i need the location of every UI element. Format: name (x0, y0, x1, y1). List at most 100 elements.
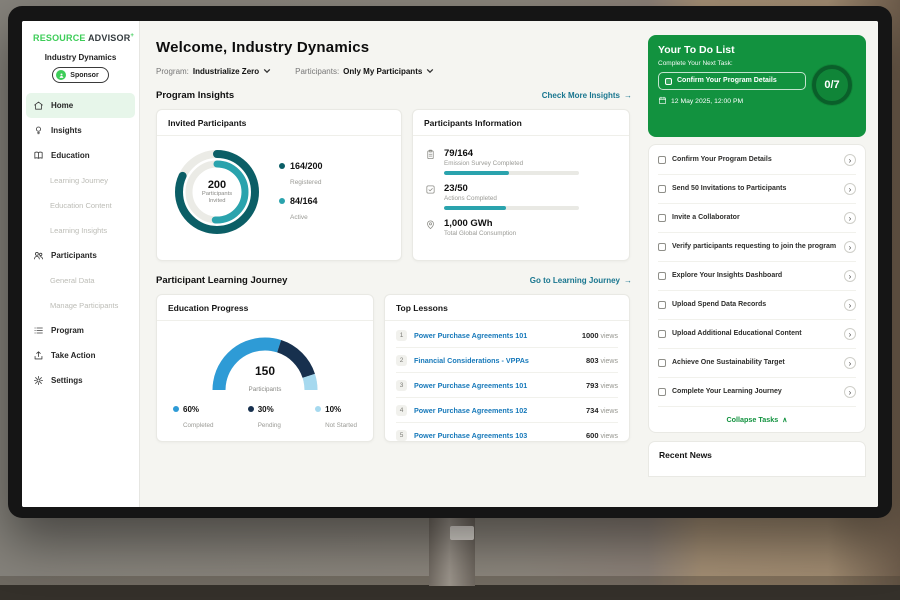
chevron-right-icon[interactable]: › (844, 328, 856, 340)
progress-bar (444, 171, 579, 175)
legend-item: 10% Not Started (315, 405, 357, 432)
checkbox-icon[interactable] (658, 330, 666, 338)
sidebar-item-label: Participants (51, 251, 97, 260)
chevron-right-icon[interactable]: › (844, 270, 856, 282)
donut-center-value: 200 (208, 179, 226, 191)
task-row[interactable]: Achieve One Sustainability Target › (658, 349, 856, 378)
legend-label: Not Started (325, 422, 357, 429)
lesson-views-unit: views (600, 383, 618, 390)
sidebar-item-education-content[interactable]: Education Content (22, 193, 139, 218)
lesson-views-unit: views (600, 408, 618, 415)
consumption-pin-icon (425, 219, 436, 237)
checkbox-icon[interactable] (658, 301, 666, 309)
task-row[interactable]: Upload Additional Educational Content › (658, 320, 856, 349)
monitor-frame: RESOURCE ADVISOR+ Industry Dynamics Spon… (8, 6, 892, 518)
go-to-learning-journey-link[interactable]: Go to Learning Journey → (530, 276, 632, 285)
checkbox-icon[interactable] (658, 214, 666, 222)
chevron-right-icon[interactable]: › (844, 299, 856, 311)
next-task-chip[interactable]: Confirm Your Program Details (658, 72, 806, 90)
checkbox-icon[interactable] (658, 185, 666, 193)
lesson-link[interactable]: Power Purchase Agreements 102 (414, 406, 579, 415)
chevron-right-icon[interactable]: › (844, 154, 856, 166)
sidebar-item-label: Learning Journey (50, 176, 108, 185)
filters-bar: Program: Industrialize Zero Participants… (156, 67, 632, 76)
lesson-link[interactable]: Power Purchase Agreements 103 (414, 431, 579, 440)
sidebar-item-education[interactable]: Education (22, 143, 139, 168)
lesson-row: 4 Power Purchase Agreements 102 734 view… (396, 398, 618, 423)
lesson-link[interactable]: Power Purchase Agreements 101 (414, 381, 579, 390)
lesson-link[interactable]: Financial Considerations - VPPAs (414, 356, 579, 365)
chevron-right-icon[interactable]: › (844, 241, 856, 253)
donut-center-caption: Participants Invited (195, 191, 239, 205)
link-label: Go to Learning Journey (530, 276, 620, 285)
task-row[interactable]: Verify participants requesting to join t… (658, 233, 856, 262)
sidebar-item-take-action[interactable]: Take Action (22, 343, 139, 368)
chevron-right-icon[interactable]: › (844, 386, 856, 398)
task-row[interactable]: Complete Your Learning Journey › (658, 378, 856, 406)
due-date-text: 12 May 2025, 12:00 PM (671, 98, 743, 105)
task-row[interactable]: Explore Your Insights Dashboard › (658, 262, 856, 291)
sidebar-item-label: Take Action (51, 351, 95, 360)
sidebar-item-home[interactable]: Home (26, 93, 135, 118)
todo-panel: Your To Do List Complete Your Next Task:… (646, 21, 878, 507)
gauge-legend-dot (248, 406, 254, 412)
gauge-legend-dot (173, 406, 179, 412)
chevron-right-icon[interactable]: › (844, 212, 856, 224)
sidebar-item-label: Home (51, 101, 73, 110)
checkbox-icon[interactable] (658, 243, 666, 251)
lesson-row: 3 Power Purchase Agreements 101 793 view… (396, 373, 618, 398)
sponsor-avatar-icon (56, 70, 66, 80)
arrow-right-icon: → (624, 91, 632, 100)
task-row[interactable]: Upload Spend Data Records › (658, 291, 856, 320)
card-title: Education Progress (157, 295, 373, 321)
sidebar-item-insights[interactable]: Insights (22, 118, 139, 143)
checkbox-icon[interactable] (658, 388, 666, 396)
lesson-views-unit: views (600, 433, 618, 440)
participants-filter-value: Only My Participants (343, 67, 422, 76)
sidebar-item-manage-participants[interactable]: Manage Participants (22, 293, 139, 318)
legend-label: Completed (183, 422, 213, 429)
chevron-right-icon[interactable]: › (844, 183, 856, 195)
monitor-stand-clip (450, 526, 474, 540)
lesson-link[interactable]: Power Purchase Agreements 101 (414, 331, 575, 340)
sidebar-item-learning-journey[interactable]: Learning Journey (22, 168, 139, 193)
invited-donut-chart: 200 Participants Invited (169, 144, 265, 240)
task-row[interactable]: Invite a Collaborator › (658, 204, 856, 233)
checkbox-icon[interactable] (665, 78, 672, 85)
legend-label: Pending (258, 422, 281, 429)
task-label: Verify participants requesting to join t… (672, 242, 838, 251)
chevron-down-icon (263, 67, 271, 76)
gauge-center-value: 150 (207, 364, 323, 378)
checkbox-icon[interactable] (658, 272, 666, 280)
sidebar-item-general-data[interactable]: General Data (22, 268, 139, 293)
legend-label: Registered (290, 179, 321, 186)
task-row[interactable]: Send 50 Invitations to Participants › (658, 175, 856, 204)
recent-news-title: Recent News (659, 450, 712, 460)
invited-legend: 164/200 Registered 84/164 Active (279, 154, 323, 231)
participants-icon (33, 250, 44, 261)
sidebar-item-participants[interactable]: Participants (22, 243, 139, 268)
sidebar-item-label: Insights (51, 126, 82, 135)
sidebar-item-program[interactable]: Program (22, 318, 139, 343)
learning-journey-header: Participant Learning Journey Go to Learn… (156, 275, 632, 286)
checkbox-icon[interactable] (658, 359, 666, 367)
checkbox-icon[interactable] (658, 156, 666, 164)
info-progress-fill (444, 171, 509, 175)
sidebar-item-settings[interactable]: Settings (22, 368, 139, 393)
task-row[interactable]: Confirm Your Program Details › (658, 146, 856, 175)
program-filter[interactable]: Program: Industrialize Zero (156, 67, 271, 76)
take-action-icon (33, 350, 44, 361)
sidebar-item-learning-insights[interactable]: Learning Insights (22, 218, 139, 243)
legend-item: 164/200 Registered (279, 161, 323, 189)
participants-filter[interactable]: Participants: Only My Participants (295, 67, 434, 76)
sidebar: RESOURCE ADVISOR+ Industry Dynamics Spon… (22, 21, 140, 507)
sidebar-item-label: Settings (51, 376, 83, 385)
sidebar-item-label: General Data (50, 276, 95, 285)
sponsor-badge[interactable]: Sponsor (52, 67, 108, 83)
lesson-rank: 3 (396, 380, 407, 391)
lesson-row: 2 Financial Considerations - VPPAs 803 v… (396, 348, 618, 373)
chevron-right-icon[interactable]: › (844, 357, 856, 369)
check-more-insights-link[interactable]: Check More Insights → (542, 91, 632, 100)
stat-value: 23/50 (444, 183, 579, 194)
collapse-tasks-link[interactable]: Collapse Tasks ∧ (658, 406, 856, 431)
